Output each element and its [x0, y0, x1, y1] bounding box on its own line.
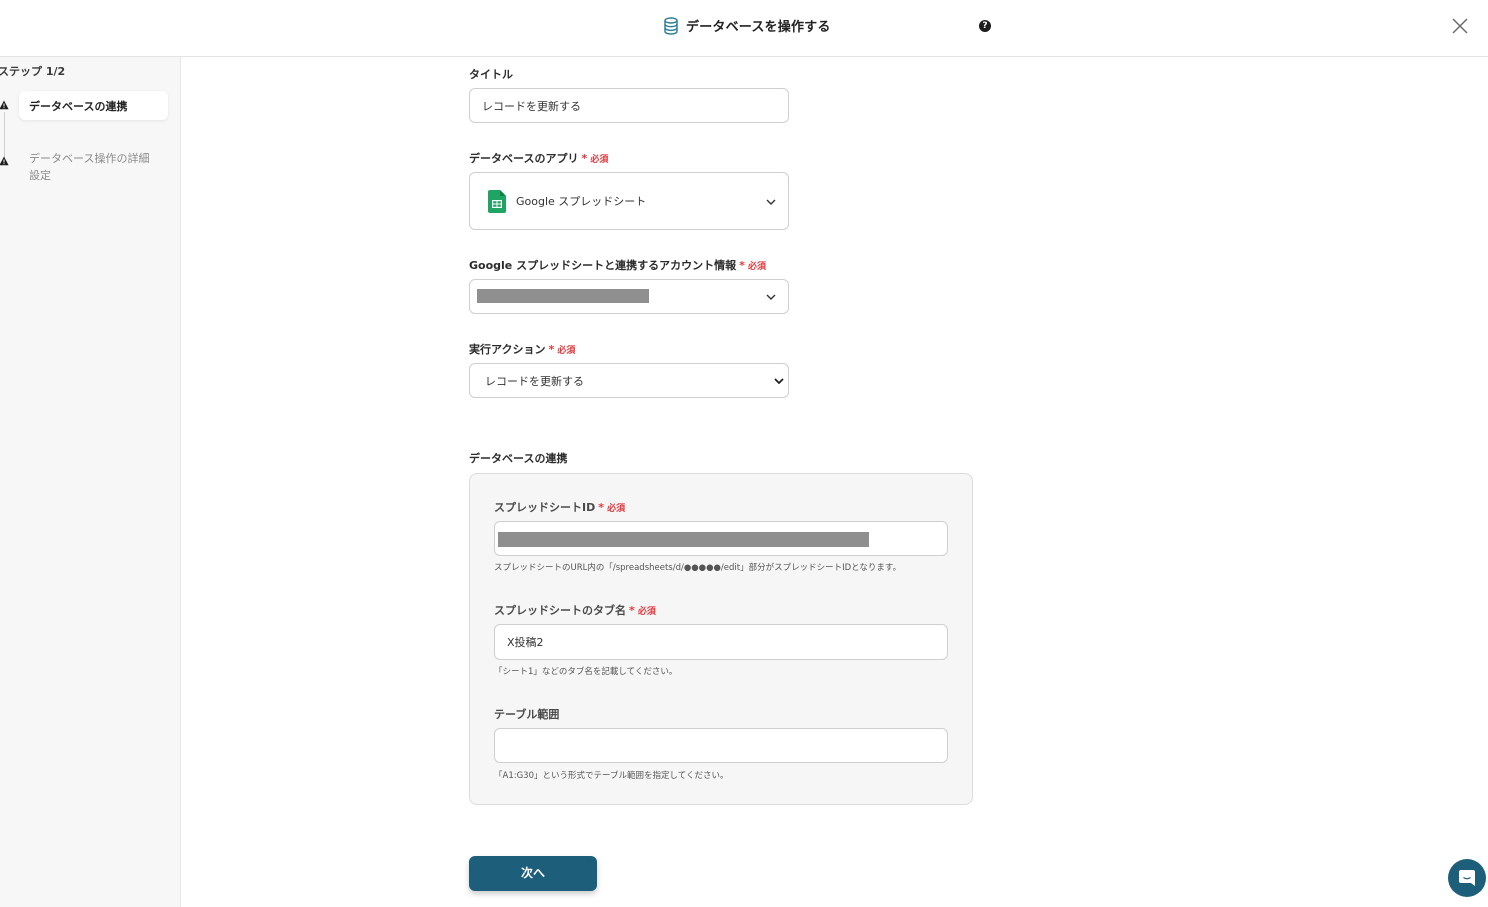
account-label-text: Google スプレッドシートと連携するアカウント情報 [469, 259, 737, 272]
sheet-id-label: スプレッドシートID * 必須 [494, 499, 625, 515]
db-app-label-text: データベースのアプリ [469, 152, 579, 165]
db-app-select[interactable]: Google スプレッドシート [469, 172, 789, 230]
step-item-database-link[interactable]: データベースの連携 [19, 91, 168, 120]
next-button[interactable]: 次へ [469, 856, 597, 891]
tab-name-hint: 「シート1」などのタブ名を記載してください。 [494, 667, 678, 677]
tab-name-label: スプレッドシートのタブ名 * 必須 [494, 602, 656, 618]
action-label: 実行アクション * 必須 [469, 341, 575, 357]
tab-name-label-text: スプレッドシートのタブ名 [494, 604, 626, 617]
section-title: データベースの連携 [469, 452, 568, 465]
range-hint: 「A1:G30」という形式でテーブル範囲を指定してください。 [494, 771, 729, 781]
required-text: 必須 [590, 155, 609, 165]
warning-icon [0, 156, 9, 166]
sheet-id-label-text: スプレッドシートID [494, 501, 596, 514]
required-text: 必須 [607, 504, 626, 514]
account-label: Google スプレッドシートと連携するアカウント情報 * 必須 [469, 257, 766, 273]
action-value: レコードを更新する [485, 374, 584, 388]
chevron-down-icon [766, 199, 776, 205]
redacted-sheet-id [498, 532, 869, 547]
help-icon[interactable]: ? [979, 20, 991, 32]
account-select[interactable] [469, 279, 789, 314]
sheet-id-input[interactable] [494, 521, 948, 556]
chat-icon [1459, 870, 1475, 886]
required-badge: * 必須 [548, 343, 576, 356]
sheet-id-hint: スプレッドシートのURL内の「/spreadsheets/d/●●●●●/edi… [494, 563, 902, 573]
required-badge: * 必須 [581, 152, 609, 165]
warning-icon [0, 100, 9, 110]
title-input[interactable]: レコードを更新する [469, 88, 789, 123]
database-icon [664, 16, 678, 35]
google-sheets-icon [488, 189, 506, 213]
redacted-account [477, 289, 649, 303]
required-text: 必須 [637, 607, 656, 617]
step-sidebar: ステップ 1/2 データベースの連携 データベース操作の詳細設定 [0, 57, 181, 907]
action-label-text: 実行アクション [469, 343, 546, 356]
db-app-value: Google スプレッドシート [516, 195, 647, 208]
chevron-down-icon [766, 294, 776, 300]
tab-name-input[interactable]: X投稿2 [494, 624, 948, 660]
close-icon[interactable] [1451, 17, 1469, 35]
chat-support-button[interactable] [1448, 859, 1486, 897]
modal-header: データベースを操作する ? [0, 0, 1488, 57]
required-badge: * 必須 [739, 259, 766, 272]
range-input[interactable] [494, 728, 948, 763]
modal-title-text: データベースを操作する [686, 20, 831, 35]
required-text: 必須 [557, 346, 576, 356]
chevron-down-icon [774, 378, 784, 384]
required-text: 必須 [747, 262, 766, 272]
step-count: ステップ 1/2 [0, 65, 66, 78]
required-badge: * 必須 [629, 604, 656, 617]
db-app-label: データベースのアプリ * 必須 [469, 150, 608, 166]
range-label: テーブル範囲 [494, 708, 560, 721]
modal-title: データベースを操作する [664, 16, 831, 35]
required-badge: * 必須 [598, 501, 626, 514]
action-select[interactable]: レコードを更新する [469, 363, 789, 398]
step-item-operation-settings[interactable]: データベース操作の詳細設定 [19, 150, 168, 184]
step-connector [4, 112, 5, 160]
title-label: タイトル [469, 68, 513, 81]
